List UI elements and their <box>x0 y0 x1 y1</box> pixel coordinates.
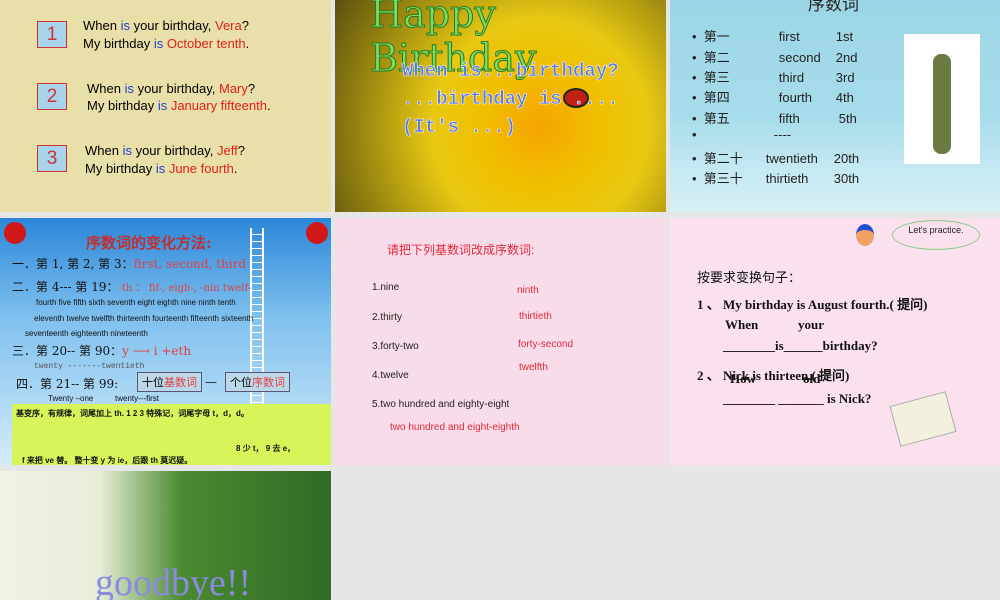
answer-your: your <box>798 317 824 332</box>
examples-line: eleventh twelve twelfth thirteenth fourt… <box>34 314 254 323</box>
units-ordinal-box: 个位序数词 <box>225 372 290 392</box>
rule-3: 三．第 20-- 第 90：y ⟶ i +eth <box>12 344 192 358</box>
dash: — <box>205 375 217 389</box>
question: 4.twelve <box>372 370 409 381</box>
ordinal-row: • 第二 second 2nd <box>692 50 858 65</box>
question-line: When is your birthday, Vera? <box>83 18 249 33</box>
ordinal-row: • 第三 third 3rd <box>692 70 855 85</box>
ordinal-row: • ---- <box>692 127 792 142</box>
number-badge: 1 <box>37 21 67 48</box>
instruction-heading: 按要求变换句子： <box>697 270 802 285</box>
example: twenty---first <box>115 394 159 403</box>
text-line: (It's ...) <box>402 116 517 139</box>
question: 3.forty-two <box>372 341 419 352</box>
answer-line: My birthday is June fourth. <box>85 161 238 176</box>
slide-thumbnail-2[interactable]: Happy Birthday When is...birthday? ...bi… <box>335 0 666 212</box>
ordinal-row: • 第一 first 1st <box>692 29 854 44</box>
slide-title: goodbye!! <box>95 562 252 600</box>
slide-thumbnail-1[interactable]: 1 When is your birthday, Vera? My birthd… <box>0 0 331 212</box>
rose-icon <box>306 222 328 244</box>
example: twenty -------twentieth <box>34 362 145 371</box>
answer: thirtieth <box>519 311 552 322</box>
slide-title: 序数词的变化方法: <box>86 234 212 252</box>
slide-thumbnail-4[interactable]: 序数词的变化方法: 一．第 1, 第 2, 第 3：first, second,… <box>0 218 331 465</box>
slide-thumbnail-3[interactable]: 序数词 • 第一 first 1st • 第二 second 2nd • 第三 third… <box>670 0 1000 212</box>
rhyme-line: f 来把 ve 替。 整十变 y 为 ie，后跟 th 莫迟疑。 <box>22 456 193 465</box>
example: Twenty –one <box>48 394 94 403</box>
examples-line: seventeenth eighteenth nineteenth <box>25 329 148 338</box>
answer-line: My birthday is January fifteenth. <box>87 98 271 113</box>
examples-line: fourth five fifth sixth seventh eight ei… <box>36 298 236 307</box>
answer: twelfth <box>519 362 548 373</box>
slide-thumbnail-7[interactable]: goodbye!! <box>0 471 331 600</box>
exercise-1: 1 、 My birthday is August fourth.( 提问) <box>697 297 928 312</box>
slide-thumbnail-6[interactable]: Let's practice. 按要求变换句子： 1 、 My birthday… <box>670 218 1000 465</box>
question: 5.two hundred and eighty-eight <box>372 399 510 410</box>
answer-line: My birthday is October tenth. <box>83 36 250 51</box>
slide-title: 序数词 <box>808 0 859 14</box>
answer-how: How <box>730 371 756 386</box>
number-badge: 3 <box>37 145 67 172</box>
rule-2: 二．第 4--- 第 19：-th ： fif-, eigh-, -nin tw… <box>12 280 252 294</box>
question: 2.thirty <box>372 312 403 323</box>
ordinal-row: • 第五 fifth 5th <box>692 111 857 126</box>
open-book-icon <box>889 391 957 447</box>
answer: two hundred and eight-eighth <box>390 422 520 433</box>
exercise-1-blank: ________is______birthday? <box>723 338 878 353</box>
rose-icon <box>4 222 26 244</box>
tens-cardinal-box: 十位基数词 <box>137 372 202 392</box>
rule-4: 四．第 21-- 第 99: <box>16 377 119 391</box>
rhyme-line: 基变序，有规律，词尾加上 th. 1 2 3 特殊记，词尾字母 t，d，d。 <box>16 409 249 418</box>
answer-old: old <box>803 371 821 386</box>
answer: ninth <box>517 285 539 296</box>
number-badge: 2 <box>37 83 67 110</box>
answer-when: When <box>725 317 759 332</box>
ordinal-row: • 第三十 thirtieth 30th <box>692 171 860 186</box>
exercise-2-blank: ________ _______ is Nick? <box>723 391 872 406</box>
question-line: When is your birthday, Mary? <box>87 81 256 96</box>
cactus-image <box>904 34 980 164</box>
ordinal-row: • 第二十 twentieth 20th <box>692 151 860 166</box>
answer: forty-second <box>518 339 574 350</box>
rhyme-box: 基变序，有规律，词尾加上 th. 1 2 3 特殊记，词尾字母 t，d，d。 8… <box>12 404 331 465</box>
speech-bubble: Let's practice. <box>892 220 980 250</box>
exercise-2: 2 、 Nick is thirteen.( 提问) <box>697 368 850 383</box>
cartoon-cat-icon <box>856 224 874 246</box>
slide-thumbnail-5[interactable]: 请把下列基数词改成序数词: 1.nine 2.thirty 3.forty-tw… <box>335 218 666 465</box>
question-line: When is your birthday, Jeff? <box>85 143 245 158</box>
rhyme-line: 8 少 t， 9 去 e， <box>236 444 296 453</box>
question: 1.nine <box>372 282 400 293</box>
text-line: ...birthday is .... <box>402 88 619 111</box>
rule-1: 一．第 1, 第 2, 第 3：first, second, third <box>12 257 247 271</box>
ordinal-row: • 第四 fourth 4th <box>692 90 854 105</box>
text-line: When is...birthday? <box>402 60 619 83</box>
slide-title: 请把下列基数词改成序数词: <box>387 243 535 257</box>
